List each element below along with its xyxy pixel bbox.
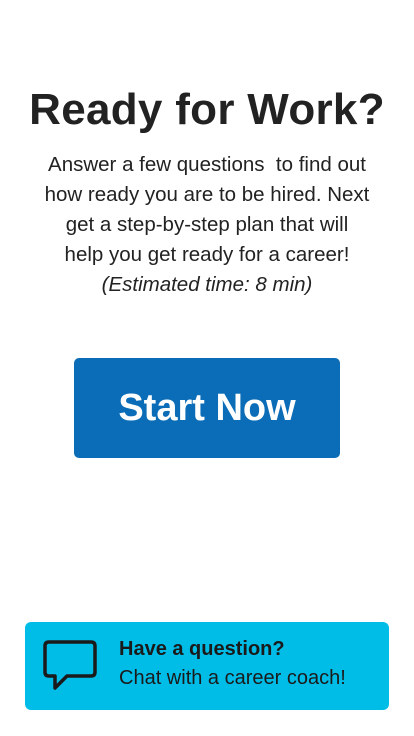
page-title: Ready for Work? xyxy=(29,85,385,134)
intro-line-2: how ready you are to be hired. Next xyxy=(44,183,370,206)
start-now-button[interactable]: Start Now xyxy=(74,358,340,458)
intro-line-1: Answer a few questions to find out xyxy=(48,153,366,176)
chat-bubble-icon xyxy=(43,640,97,690)
intro-line-4: help you get ready for a career! xyxy=(64,243,350,266)
intro-line-3: get a step-by-step plan that will xyxy=(65,213,349,236)
intro-text: Answer a few questions to find out how r… xyxy=(20,150,394,300)
chat-with-coach-button[interactable]: Have a question? Chat with a career coac… xyxy=(25,622,389,710)
estimated-time: (Estimated time: 8 min) xyxy=(101,273,313,296)
chat-heading: Have a question? xyxy=(119,638,285,660)
chat-subtext: Chat with a career coach! xyxy=(119,667,346,689)
